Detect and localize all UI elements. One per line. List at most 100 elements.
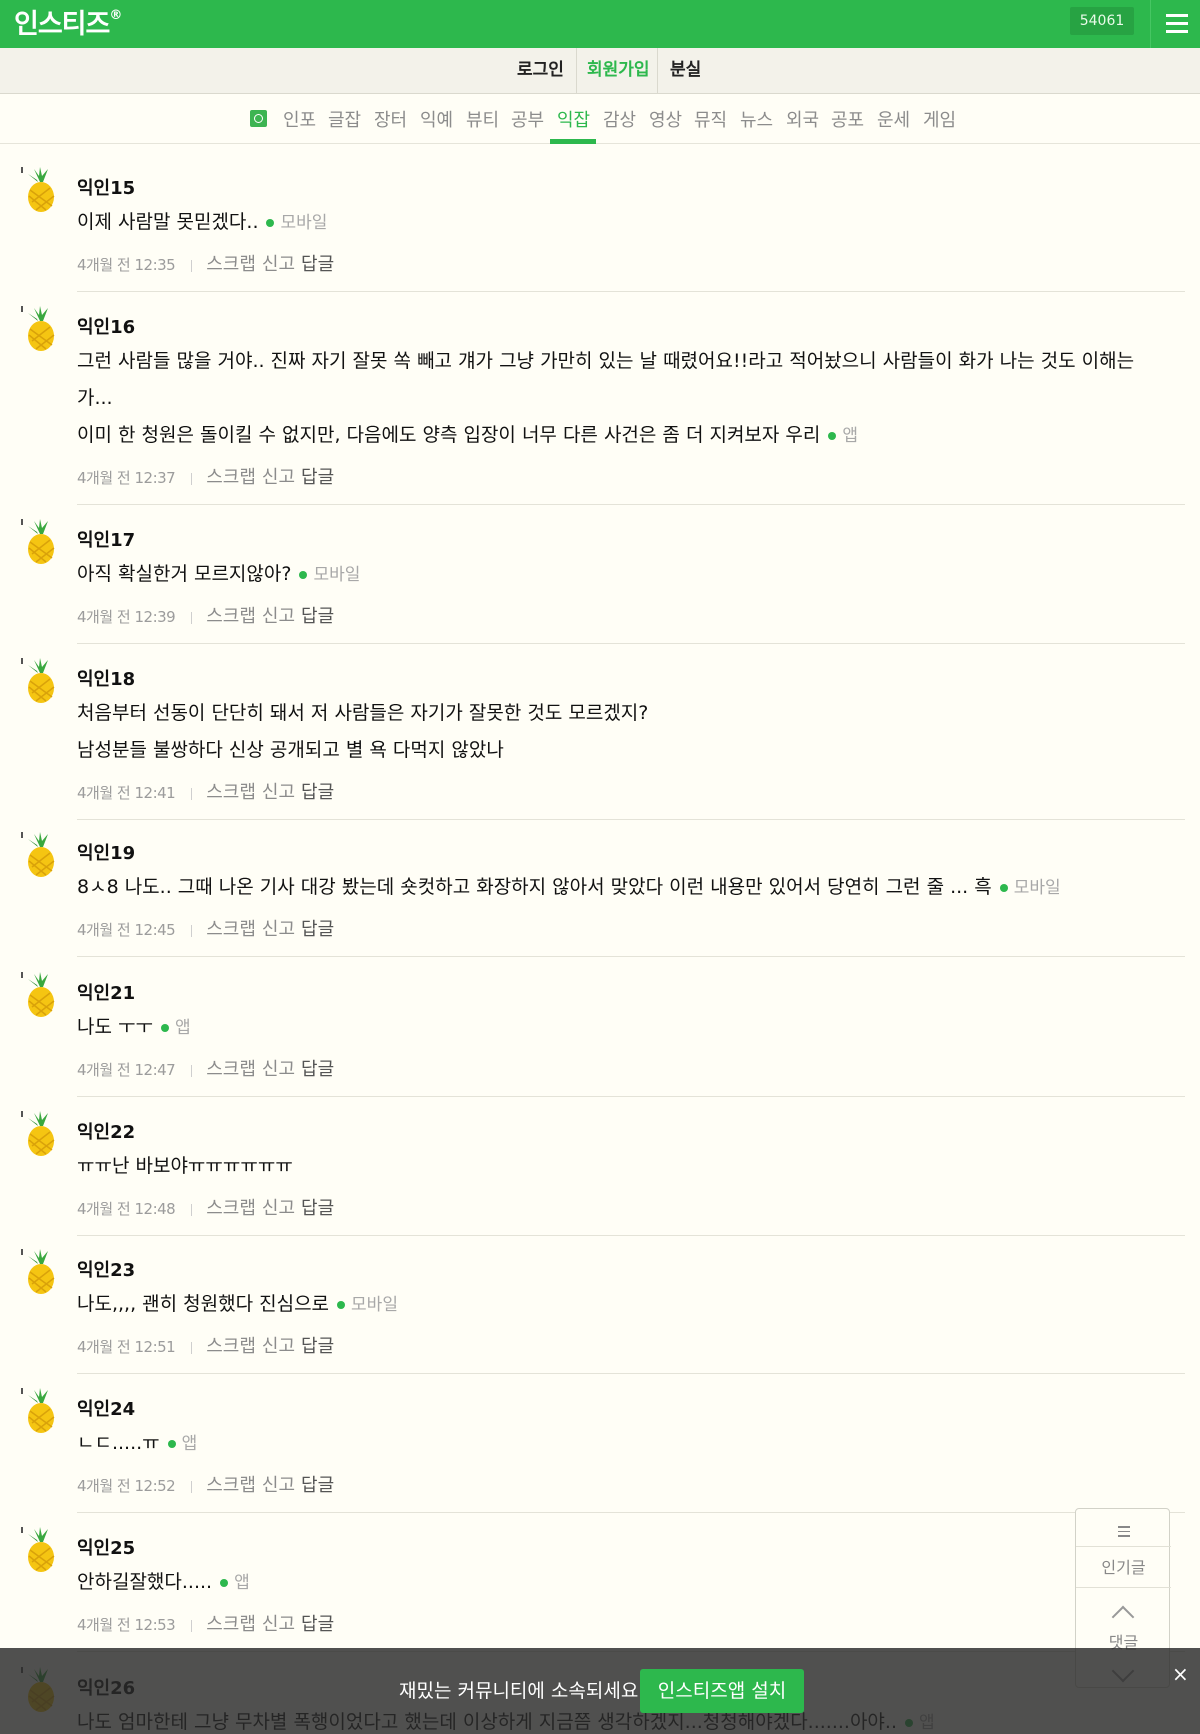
category-tab[interactable]: 글잡 bbox=[328, 106, 361, 132]
category-tab[interactable]: 운세 bbox=[877, 106, 910, 132]
hamburger-menu-button[interactable] bbox=[1150, 0, 1200, 48]
device-dot-icon bbox=[299, 570, 308, 579]
scrap-button[interactable]: 스크랩 bbox=[206, 467, 256, 488]
comment-text-line: 이미 한 청원은 돌이킬 수 없지만, 다음에도 양측 입장이 너무 다른 사건… bbox=[77, 420, 858, 447]
comment-meta: 4개월 전 12:45 스크랩 신고 답글 bbox=[77, 915, 334, 941]
settings-icon[interactable] bbox=[250, 110, 267, 127]
category-tab-active[interactable]: 익잡 bbox=[557, 106, 590, 132]
divider bbox=[191, 472, 193, 485]
divider bbox=[191, 1480, 193, 1493]
reply-button[interactable]: 답글 bbox=[301, 1059, 334, 1080]
comment-author[interactable]: 익인19 bbox=[77, 839, 135, 865]
report-button[interactable]: 신고 bbox=[262, 606, 295, 627]
avatar bbox=[20, 1526, 60, 1574]
category-tab[interactable]: 뉴스 bbox=[740, 106, 773, 132]
avatar bbox=[20, 518, 60, 566]
list-icon bbox=[1118, 1526, 1130, 1540]
comment-text: 가... bbox=[77, 387, 113, 409]
report-button[interactable]: 신고 bbox=[262, 254, 295, 275]
comment-author[interactable]: 익인17 bbox=[77, 526, 135, 552]
category-tab[interactable]: 인포 bbox=[283, 106, 316, 132]
banner-text: 재밌는 커뮤니티에 소속되세요! bbox=[399, 1680, 646, 1702]
report-button[interactable]: 신고 bbox=[262, 1336, 295, 1357]
report-button[interactable]: 신고 bbox=[262, 1614, 295, 1635]
report-button[interactable]: 신고 bbox=[262, 782, 295, 803]
comment-author[interactable]: 익인24 bbox=[77, 1395, 135, 1421]
report-button[interactable]: 신고 bbox=[262, 1059, 295, 1080]
comment-text: ㅠㅠ난 바보야ㅠㅠㅠㅠㅠㅠ bbox=[77, 1155, 293, 1177]
popular-posts-button[interactable]: 인기글 bbox=[1076, 1554, 1171, 1578]
comment-meta: 4개월 전 12:35 스크랩 신고 답글 bbox=[77, 250, 334, 276]
comment-text: 처음부터 선동이 단단히 돼서 저 사람들은 자기가 잘못한 것도 모르겠지? bbox=[77, 702, 649, 724]
scrap-button[interactable]: 스크랩 bbox=[206, 1336, 256, 1357]
device-dot-icon bbox=[337, 1300, 346, 1309]
category-tab[interactable]: 익예 bbox=[420, 106, 453, 132]
device-dot-icon bbox=[160, 1023, 169, 1032]
reply-button[interactable]: 답글 bbox=[301, 606, 334, 627]
reply-button[interactable]: 답글 bbox=[301, 919, 334, 940]
scrap-button[interactable]: 스크랩 bbox=[206, 1614, 256, 1635]
scrap-button[interactable]: 스크랩 bbox=[206, 782, 256, 803]
reply-button[interactable]: 답글 bbox=[301, 254, 334, 275]
reply-button[interactable]: 답글 bbox=[301, 1198, 334, 1219]
comment-author[interactable]: 익인25 bbox=[77, 1534, 135, 1560]
reply-button[interactable]: 답글 bbox=[301, 782, 334, 803]
divider bbox=[77, 1235, 1185, 1236]
divider bbox=[191, 259, 193, 272]
comment-author[interactable]: 익인16 bbox=[77, 313, 135, 339]
close-icon[interactable]: × bbox=[1172, 1662, 1189, 1686]
lost-account-link[interactable]: 분실 bbox=[670, 48, 701, 94]
category-tab[interactable]: 공포 bbox=[831, 106, 864, 132]
comment-timestamp: 4개월 전 12:41 bbox=[77, 784, 176, 802]
comment-author[interactable]: 익인23 bbox=[77, 1256, 135, 1282]
comment-meta: 4개월 전 12:52 스크랩 신고 답글 bbox=[77, 1471, 334, 1497]
device-dot-icon bbox=[167, 1439, 176, 1448]
report-button[interactable]: 신고 bbox=[262, 467, 295, 488]
install-app-button[interactable]: 인스티즈앱 설치 bbox=[640, 1669, 804, 1713]
comment-author[interactable]: 익인22 bbox=[77, 1118, 135, 1144]
scrap-button[interactable]: 스크랩 bbox=[206, 606, 256, 627]
comment-timestamp: 4개월 전 12:48 bbox=[77, 1200, 176, 1218]
comment-source: 앱 bbox=[181, 1434, 198, 1454]
category-tab[interactable]: 뮤직 bbox=[694, 106, 727, 132]
scrap-button[interactable]: 스크랩 bbox=[206, 254, 256, 275]
comment-text-line: ㄴㄷ.....ㅠ 앱 bbox=[77, 1428, 197, 1455]
comment-meta: 4개월 전 12:37 스크랩 신고 답글 bbox=[77, 463, 334, 489]
site-logo[interactable]: 인스티즈® bbox=[14, 2, 122, 41]
comment-author[interactable]: 익인18 bbox=[77, 665, 135, 691]
scrap-button[interactable]: 스크랩 bbox=[206, 919, 256, 940]
report-button[interactable]: 신고 bbox=[262, 1475, 295, 1496]
category-tab[interactable]: 게임 bbox=[923, 106, 956, 132]
login-link[interactable]: 로그인 bbox=[517, 48, 564, 94]
divider bbox=[191, 1064, 193, 1077]
category-tab[interactable]: 장터 bbox=[374, 106, 407, 132]
category-tab[interactable]: 영상 bbox=[649, 106, 682, 132]
comment-text: 나도,,,, 괜히 청원했다 진심으로 bbox=[77, 1293, 330, 1315]
comment-text-line: 나도 ㅜㅜ 앱 bbox=[77, 1012, 191, 1039]
scrap-button[interactable]: 스크랩 bbox=[206, 1198, 256, 1219]
comment-text: 남성분들 불쌍하다 신상 공개되고 별 욕 다먹지 않았나 bbox=[77, 739, 504, 761]
reply-button[interactable]: 답글 bbox=[301, 1336, 334, 1357]
scrap-button[interactable]: 스크랩 bbox=[206, 1475, 256, 1496]
visitor-count-badge: 54061 bbox=[1070, 7, 1134, 35]
divider bbox=[576, 48, 577, 94]
signup-link[interactable]: 회원가입 bbox=[587, 48, 650, 94]
reply-button[interactable]: 답글 bbox=[301, 1614, 334, 1635]
comment-source: 모바일 bbox=[351, 1295, 398, 1315]
hamburger-icon-line bbox=[1166, 30, 1188, 33]
report-button[interactable]: 신고 bbox=[262, 919, 295, 940]
report-button[interactable]: 신고 bbox=[262, 1198, 295, 1219]
category-tab[interactable]: 외국 bbox=[786, 106, 819, 132]
category-tab[interactable]: 뷰티 bbox=[466, 106, 499, 132]
comment-author[interactable]: 익인21 bbox=[77, 979, 135, 1005]
divider bbox=[657, 48, 658, 94]
registered-mark: ® bbox=[109, 8, 122, 23]
reply-button[interactable]: 답글 bbox=[301, 1475, 334, 1496]
category-tab[interactable]: 감상 bbox=[603, 106, 636, 132]
scrap-button[interactable]: 스크랩 bbox=[206, 1059, 256, 1080]
chevron-up-icon[interactable] bbox=[1111, 1605, 1135, 1629]
reply-button[interactable]: 답글 bbox=[301, 467, 334, 488]
avatar bbox=[20, 1110, 60, 1158]
comment-author[interactable]: 익인15 bbox=[77, 174, 135, 200]
category-tab[interactable]: 공부 bbox=[511, 106, 544, 132]
